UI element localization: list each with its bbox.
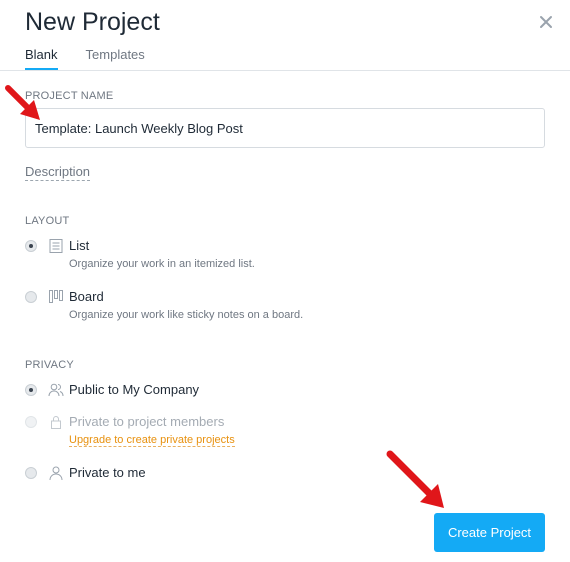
- layout-option-board[interactable]: Board Organize your work like sticky not…: [25, 289, 425, 327]
- project-name-label: PROJECT NAME: [25, 90, 114, 102]
- privacy-label: PRIVACY: [25, 359, 74, 371]
- description-link[interactable]: Description: [25, 164, 91, 181]
- privacy-public-label: Public to My Company: [69, 382, 200, 397]
- privacy-option-project-members: Private to project members Upgrade to cr…: [25, 414, 425, 452]
- upgrade-link[interactable]: Upgrade to create private projects: [69, 434, 235, 447]
- privacy-me-radio[interactable]: [25, 467, 37, 479]
- people-icon: [48, 382, 64, 398]
- layout-board-label: Board: [69, 289, 104, 304]
- layout-list-description: Organize your work in an itemized list.: [69, 258, 255, 270]
- layout-label: LAYOUT: [25, 215, 70, 227]
- tab-blank[interactable]: Blank: [25, 47, 58, 71]
- privacy-public-radio[interactable]: [25, 384, 37, 396]
- layout-board-radio[interactable]: [25, 291, 37, 303]
- layout-board-description: Organize your work like sticky notes on …: [69, 309, 304, 321]
- privacy-option-me[interactable]: Private to me: [25, 465, 425, 485]
- tabs-divider: [0, 70, 570, 71]
- privacy-me-label: Private to me: [69, 465, 146, 480]
- layout-list-radio[interactable]: [25, 240, 37, 252]
- board-icon: [48, 289, 64, 305]
- create-project-button[interactable]: Create Project: [434, 513, 545, 552]
- dialog-title: New Project: [25, 8, 160, 36]
- close-icon[interactable]: [536, 12, 556, 32]
- tab-bar: Blank Templates: [25, 47, 145, 71]
- layout-list-label: List: [69, 238, 90, 253]
- privacy-members-radio: [25, 416, 37, 428]
- lock-icon: [48, 414, 64, 430]
- list-icon: [48, 238, 64, 254]
- layout-option-list[interactable]: List Organize your work in an itemized l…: [25, 238, 425, 276]
- privacy-members-label: Private to project members: [69, 414, 225, 429]
- tab-templates[interactable]: Templates: [86, 47, 145, 71]
- privacy-option-public[interactable]: Public to My Company: [25, 382, 425, 402]
- project-name-input[interactable]: [25, 108, 545, 148]
- person-icon: [48, 465, 64, 481]
